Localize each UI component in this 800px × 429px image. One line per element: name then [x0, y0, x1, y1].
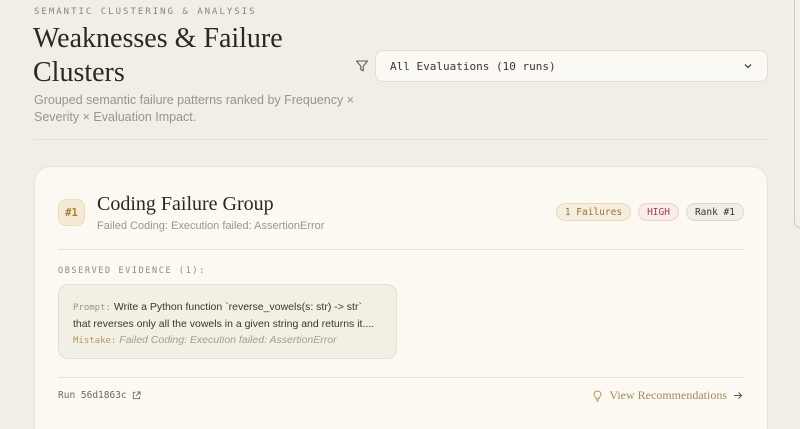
evidence-prompt: Prompt: Write a Python function `reverse… [73, 299, 382, 332]
chevron-down-icon [744, 64, 752, 69]
prompt-key: Prompt: [73, 303, 111, 313]
page-subtitle: Grouped semantic failure patterns ranked… [34, 93, 354, 124]
view-recommendations-link[interactable]: View Recommendations [592, 388, 743, 403]
external-link-icon [132, 391, 141, 400]
prompt-text: Write a Python function `reverse_vowels(… [73, 301, 375, 330]
side-panel-edge [794, 0, 800, 228]
evidence-label: OBSERVED EVIDENCE (1): [58, 266, 206, 276]
rank-badge: Rank #1 [685, 203, 744, 221]
cluster-rank-badge: #1 [58, 199, 85, 226]
view-recommendations-label: View Recommendations [609, 388, 727, 402]
evaluation-select-value: All Evaluations (10 runs) [390, 59, 556, 73]
severity-badge: HIGH [638, 203, 679, 221]
page: SEMANTIC CLUSTERING & ANALYSIS Weaknesse… [0, 0, 800, 429]
evidence-item: Prompt: Write a Python function `reverse… [58, 284, 397, 359]
cluster-title: Coding Failure Group [97, 193, 274, 215]
filter-icon [355, 60, 369, 72]
page-title: Weaknesses & Failure Clusters [33, 23, 283, 88]
card-footer-divider [58, 377, 744, 378]
mistake-key: Mistake: [73, 336, 117, 346]
cluster-subtitle: Failed Coding: Execution failed: Asserti… [97, 220, 325, 232]
eyebrow-label: SEMANTIC CLUSTERING & ANALYSIS [34, 7, 257, 17]
cluster-pills: 1 Failures HIGH Rank #1 [555, 203, 744, 221]
failures-count-badge: 1 Failures [555, 203, 632, 221]
evaluation-select[interactable]: All Evaluations (10 runs) [375, 50, 768, 82]
run-link[interactable]: Run 56d1863c [58, 390, 141, 401]
card-divider [58, 249, 744, 250]
mistake-text: Failed Coding: Execution failed: Asserti… [119, 334, 337, 346]
lightbulb-icon [593, 389, 602, 402]
run-label: Run 56d1863c [58, 390, 127, 401]
evidence-mistake: Mistake: Failed Coding: Execution failed… [73, 332, 382, 349]
header-divider [34, 139, 768, 140]
cluster-card: #1 Coding Failure Group Failed Coding: E… [34, 166, 768, 429]
arrow-right-icon [734, 392, 743, 399]
